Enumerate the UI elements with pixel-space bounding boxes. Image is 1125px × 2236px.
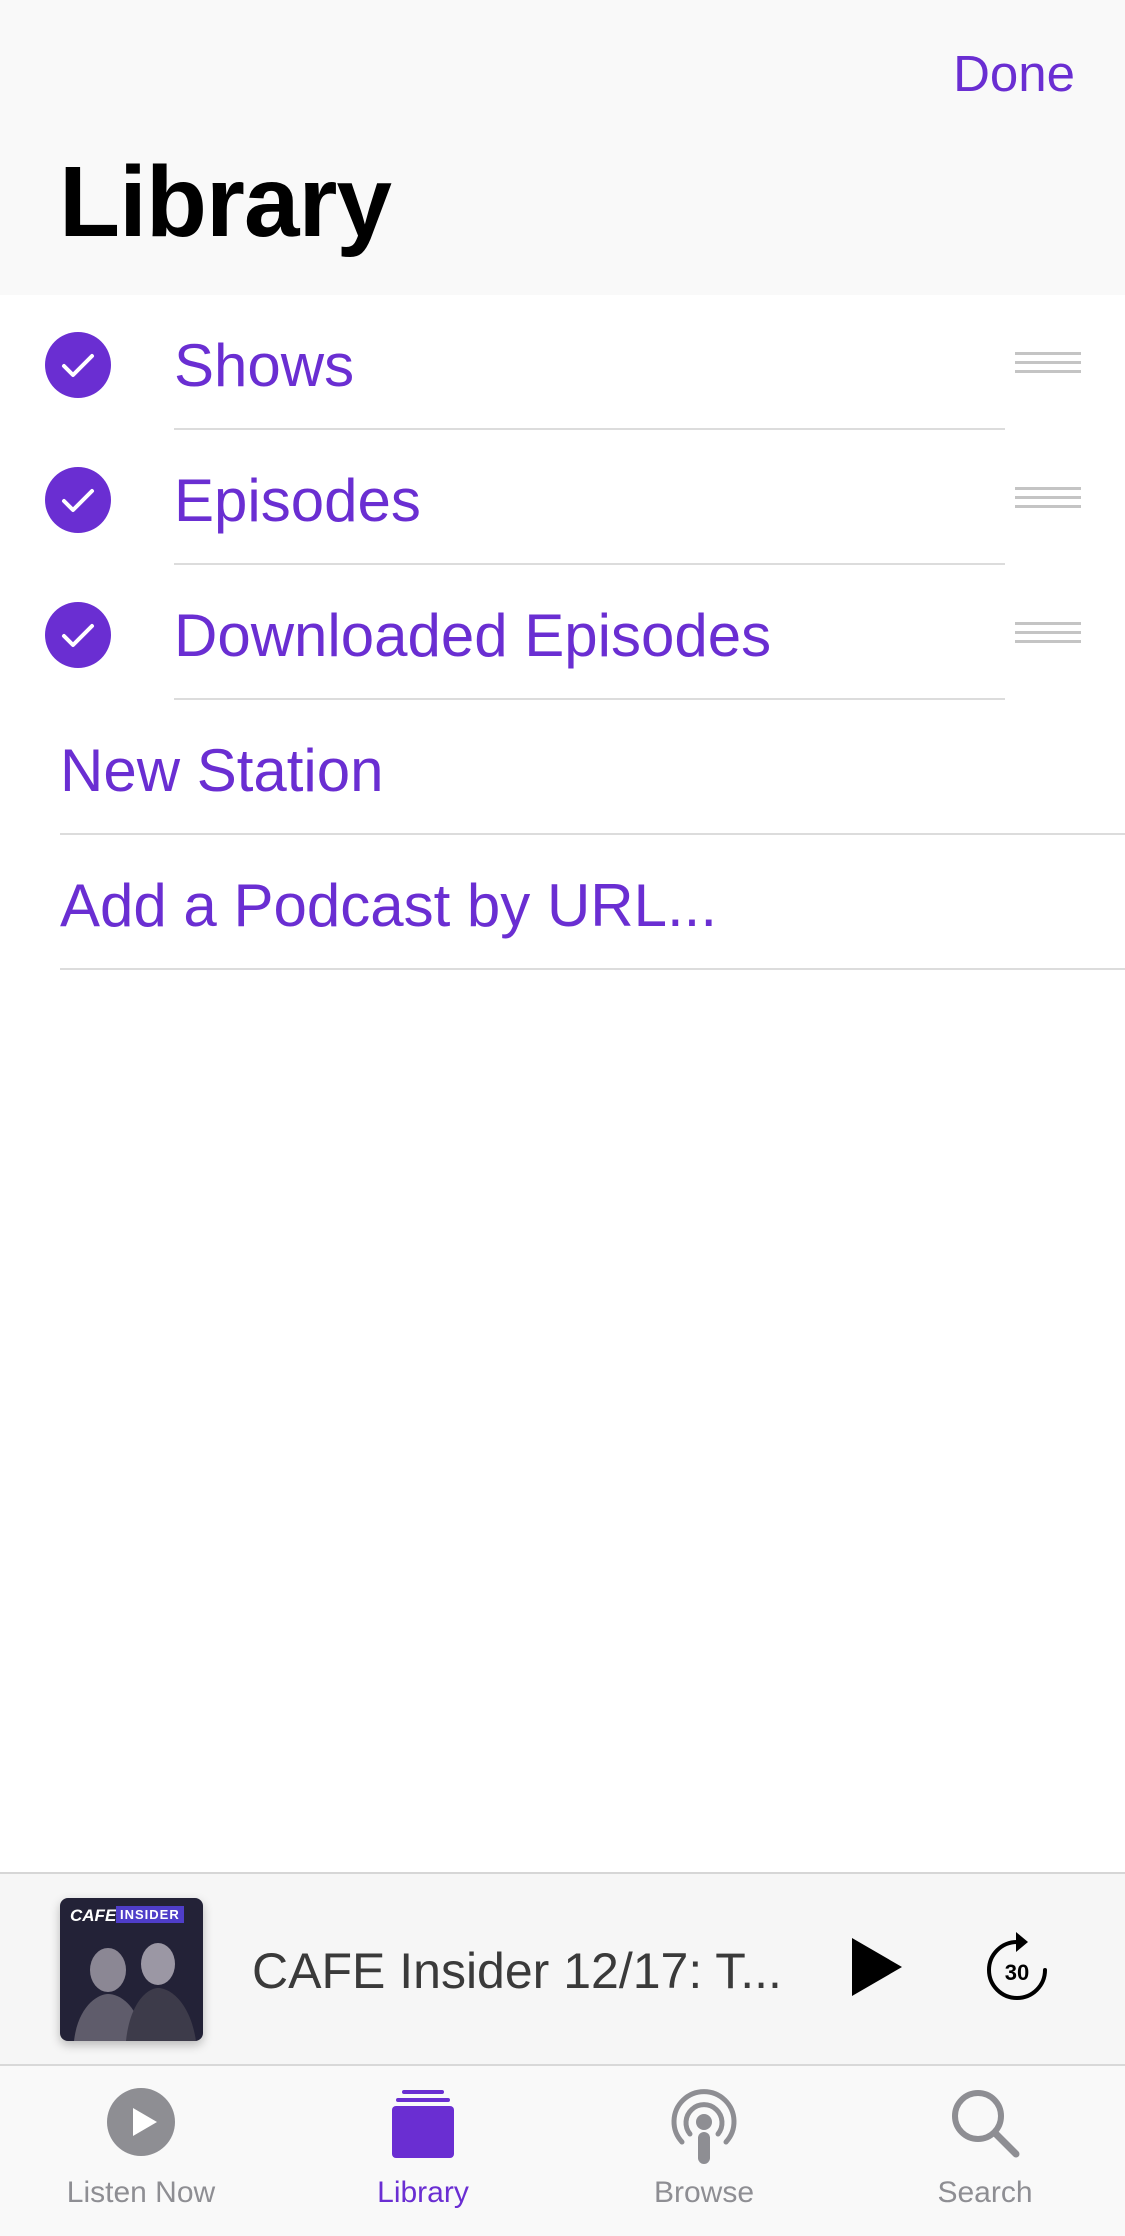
mini-player[interactable]: CAFE INSIDER CAFE Insider 12/17: T... 30 xyxy=(0,1872,1125,2066)
now-playing-title[interactable]: CAFE Insider 12/17: T... xyxy=(252,1942,782,2000)
podcast-broadcast-icon xyxy=(671,2089,737,2164)
tab-bar: Listen Now Library Browse Search xyxy=(0,2064,1125,2236)
new-station-button[interactable]: New Station xyxy=(0,700,1125,835)
section-row-downloaded-episodes[interactable]: Downloaded Episodes xyxy=(0,565,1125,700)
checkmark-icon[interactable] xyxy=(45,602,111,668)
action-label: New Station xyxy=(60,737,384,804)
play-circle-icon xyxy=(107,2088,175,2156)
hosts-silhouette-icon xyxy=(74,1943,196,2041)
tab-browse[interactable]: Browse xyxy=(604,2066,804,2236)
done-button[interactable]: Done xyxy=(953,44,1075,103)
tab-listen-now[interactable]: Listen Now xyxy=(41,2066,241,2236)
page-title: Library xyxy=(59,146,392,258)
section-label: Shows xyxy=(174,332,355,399)
reorder-grip-icon[interactable] xyxy=(1015,352,1081,378)
section-row-shows[interactable]: Shows xyxy=(0,295,1125,430)
tab-label: Browse xyxy=(653,2176,755,2209)
action-label: Add a Podcast by URL... xyxy=(60,872,718,939)
section-row-episodes[interactable]: Episodes xyxy=(0,430,1125,565)
play-icon xyxy=(852,1938,902,1996)
play-button[interactable] xyxy=(846,1936,906,1998)
checkmark-icon[interactable] xyxy=(45,467,111,533)
add-podcast-by-url-button[interactable]: Add a Podcast by URL... xyxy=(0,835,1125,970)
tab-label: Search xyxy=(937,2176,1033,2209)
tab-search[interactable]: Search xyxy=(885,2066,1085,2236)
magnifier-icon xyxy=(952,2090,1020,2158)
checkmark-icon[interactable] xyxy=(45,332,111,398)
reorder-grip-icon[interactable] xyxy=(1015,487,1081,513)
library-stack-icon xyxy=(392,2090,454,2158)
skip-seconds-label: 30 xyxy=(1005,1960,1029,1985)
skip-forward-30-icon: 30 xyxy=(987,1932,1047,2000)
section-label: Downloaded Episodes xyxy=(174,602,772,669)
reorder-grip-icon[interactable] xyxy=(1015,622,1081,648)
header: Done Library xyxy=(0,0,1125,295)
tab-label: Library xyxy=(377,2176,469,2209)
tab-library[interactable]: Library xyxy=(323,2066,523,2236)
tab-label: Listen Now xyxy=(66,2176,216,2209)
divider xyxy=(60,968,1125,970)
podcast-artwork[interactable]: CAFE INSIDER xyxy=(60,1898,203,2041)
skip-forward-button[interactable]: 30 xyxy=(982,1930,1052,2004)
section-label: Episodes xyxy=(174,467,421,534)
